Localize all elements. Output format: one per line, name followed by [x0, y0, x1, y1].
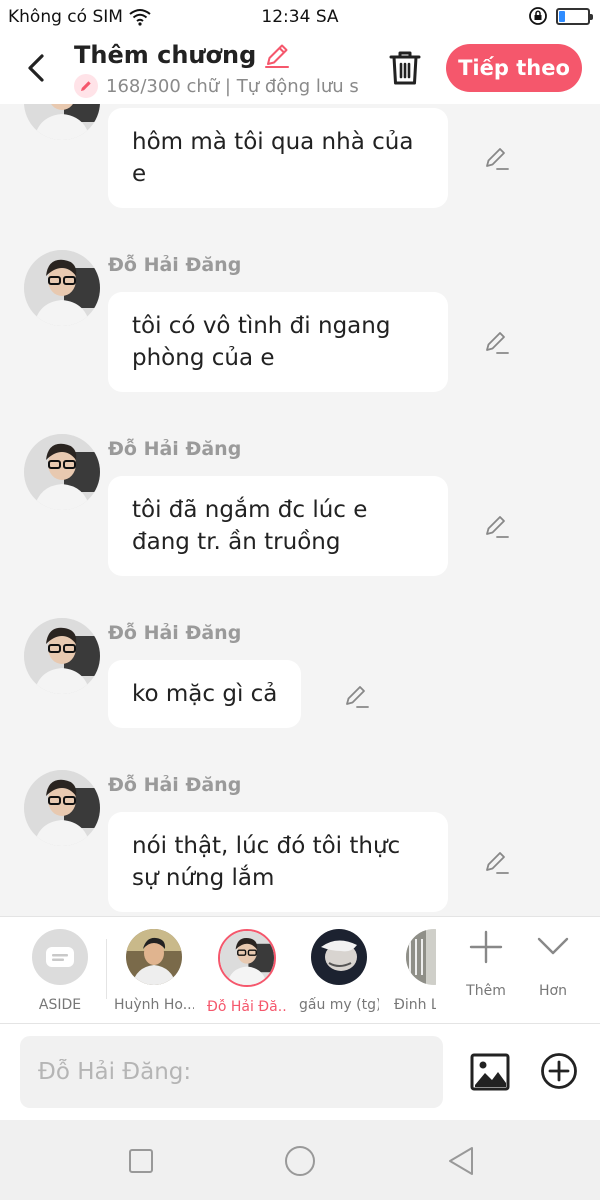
character-item[interactable]: Huỳnh Ho...	[114, 929, 194, 1013]
page-title[interactable]: Thêm chương	[74, 41, 256, 69]
sender-name: Đỗ Hải Đăng	[108, 774, 242, 796]
character-item[interactable]: Đinh L	[392, 929, 436, 1013]
wifi-icon	[129, 9, 151, 26]
avatar[interactable]	[24, 434, 100, 510]
edit-message-icon[interactable]	[483, 512, 511, 540]
carrier-label: Không có SIM	[8, 7, 123, 27]
message-text: tôi đã ngắm đc lúc e đang tr. ần truồng	[132, 497, 368, 555]
battery-icon	[556, 7, 593, 25]
battery-level-fill	[559, 10, 565, 22]
message-bubble[interactable]: tôi có vô tình đi ngang phòng của e	[108, 292, 448, 392]
character-aside[interactable]: ASIDE	[20, 929, 100, 1013]
character-selector: ASIDE Huỳnh Ho... Đỗ Hải Đă... gấu my (t…	[0, 916, 600, 1024]
message-text: tôi có vô tình đi ngang phòng của e	[132, 313, 391, 371]
avatar	[126, 929, 182, 985]
plus-icon	[469, 930, 503, 964]
character-item-active[interactable]: Đỗ Hải Đă...	[207, 929, 287, 1015]
carrier-group: Không có SIM	[8, 7, 151, 27]
avatar[interactable]	[24, 618, 100, 694]
square-icon[interactable]	[124, 1144, 158, 1178]
character-name: Huỳnh Ho...	[114, 997, 194, 1013]
edit-message-icon[interactable]	[483, 848, 511, 876]
character-item[interactable]: gấu my (tg)	[299, 929, 379, 1013]
more-label: Thêm	[466, 983, 506, 999]
circle-icon[interactable]	[283, 1144, 317, 1178]
expand-label: Hơn	[539, 983, 567, 999]
message-text: hôm mà tôi qua nhà của e	[132, 129, 414, 187]
message-bubble[interactable]: tôi đã ngắm đc lúc e đang tr. ần truồng	[108, 476, 448, 576]
expand-button[interactable]: Hơn	[523, 929, 583, 999]
word-count-row: 168/300 chữ | Tự động lưu s	[74, 74, 362, 98]
avatar[interactable]	[24, 250, 100, 326]
edit-message-icon[interactable]	[483, 144, 511, 172]
sender-name: Đỗ Hải Đăng	[108, 438, 242, 460]
message-bubble[interactable]: nói thật, lúc đó tôi thực sự nứng lắm	[108, 812, 448, 912]
character-name: gấu my (tg)	[299, 997, 379, 1013]
add-character-button[interactable]: Thêm	[456, 929, 516, 999]
status-icons	[528, 6, 593, 26]
rotation-lock-icon	[529, 7, 547, 25]
back-arrow-icon[interactable]	[22, 50, 52, 86]
avatar[interactable]	[24, 770, 100, 846]
chevron-down-icon	[537, 937, 569, 955]
sender-name: Đỗ Hải Đăng	[108, 254, 242, 276]
message-input[interactable]	[20, 1036, 443, 1108]
avatar	[218, 929, 276, 987]
message-text: nói thật, lúc đó tôi thực sự nứng lắm	[132, 833, 401, 891]
message-bubble[interactable]: ko mặc gì cả	[108, 660, 302, 728]
chapter-title-group[interactable]: Thêm chương	[74, 40, 292, 70]
sender-name: Đỗ Hải Đăng	[108, 622, 242, 644]
trash-icon[interactable]	[386, 48, 424, 88]
add-circle-icon[interactable]	[540, 1052, 578, 1090]
pencil-icon[interactable]	[262, 40, 292, 70]
edit-badge-icon	[74, 74, 98, 98]
character-name: ASIDE	[38, 997, 82, 1013]
edit-message-icon[interactable]	[343, 682, 371, 710]
avatar	[311, 929, 367, 985]
next-button[interactable]: Tiếp theo	[446, 44, 582, 92]
status-bar: Không có SIM 12:34 SA	[0, 0, 600, 34]
word-count-autosave: 168/300 chữ | Tự động lưu s	[106, 75, 359, 97]
character-name: Đỗ Hải Đă...	[207, 999, 287, 1015]
system-nav-bar	[0, 1120, 600, 1200]
aside-icon	[32, 929, 88, 985]
message-list[interactable]: hôm mà tôi qua nhà của e Đỗ Hải Đăng tôi…	[0, 104, 600, 916]
compose-bar	[0, 1024, 600, 1120]
avatar	[406, 929, 436, 985]
edit-message-icon[interactable]	[483, 328, 511, 356]
message-bubble[interactable]: hôm mà tôi qua nhà của e	[108, 108, 448, 208]
character-name: Đinh L	[394, 997, 436, 1013]
image-icon[interactable]	[470, 1052, 510, 1092]
divider	[106, 939, 107, 999]
triangle-back-icon[interactable]	[444, 1144, 478, 1178]
top-bar: Thêm chương 168/300 chữ | Tự động lưu s …	[0, 34, 600, 104]
avatar[interactable]	[24, 104, 100, 140]
message-text: ko mặc gì cả	[132, 681, 278, 707]
